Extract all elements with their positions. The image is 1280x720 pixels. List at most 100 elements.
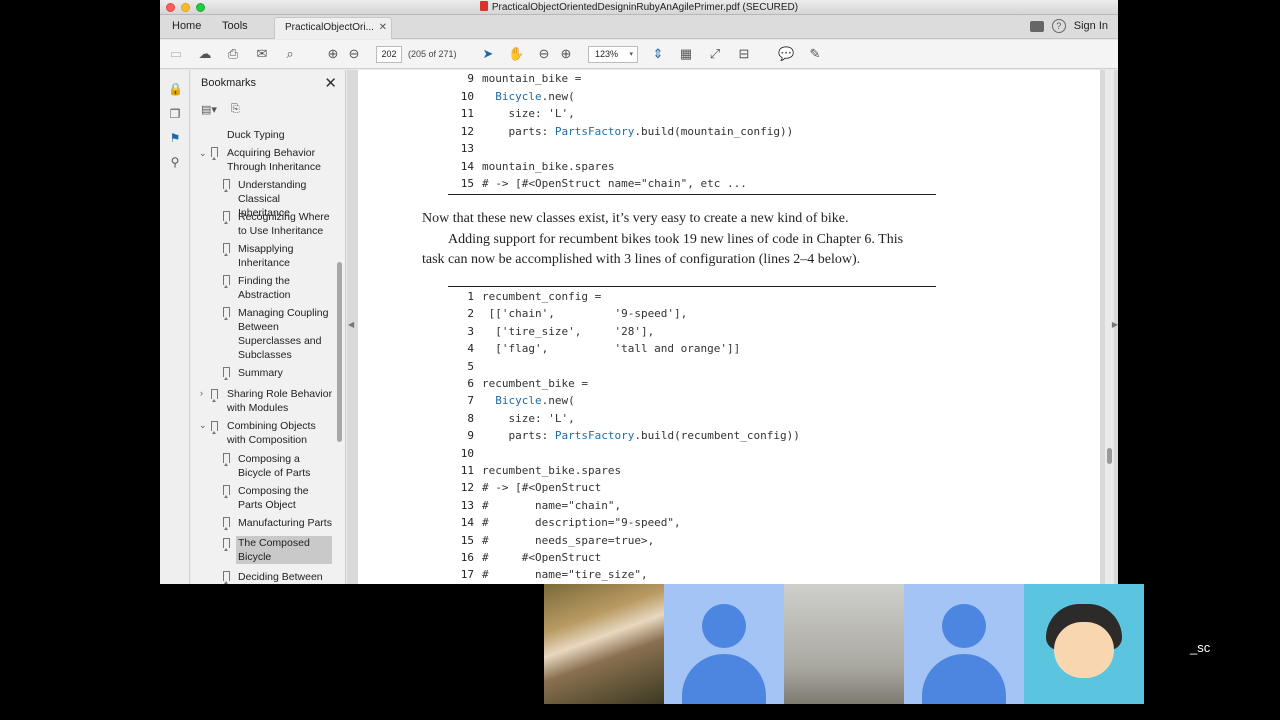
options-menu-icon[interactable]: ▤▾ (201, 103, 217, 116)
previous-page-icon[interactable]: ⊕ (325, 46, 341, 62)
next-page-icon[interactable]: ⊖ (346, 46, 362, 62)
comment-tool-icon[interactable]: 💬 (778, 46, 794, 62)
bookmark-icon (211, 147, 218, 160)
code-line: recumbent_bike = (482, 377, 588, 390)
window-title: PracticalObjectOrientedDesigninRubyAnAgi… (491, 2, 799, 13)
collapse-left-icon[interactable]: ◀ (348, 320, 354, 329)
bookmark-item[interactable]: Acquiring Behavior Through Inheritance (227, 146, 327, 174)
close-tab-icon[interactable]: ✕ (379, 22, 387, 33)
participant-video-family-photo[interactable] (544, 584, 664, 704)
read-mode-icon[interactable]: ⊟ (736, 46, 752, 62)
paragraph-line: Now that these new classes exist, it’s v… (422, 211, 849, 226)
code-line: ['tire_size', '28'], (482, 324, 655, 338)
chevron-right-icon[interactable]: › (200, 388, 203, 398)
comment-icon[interactable] (1029, 20, 1044, 32)
code-line: # -> [#<OpenStruct name="chain", etc ... (482, 177, 747, 190)
chevron-down-icon[interactable]: ⌄ (199, 148, 207, 159)
bookmark-icon (223, 485, 230, 498)
bookmark-item[interactable]: Managing Coupling Between Superclasses a… (238, 306, 330, 362)
participant-avatar-tile[interactable] (904, 584, 1024, 704)
bookmark-item[interactable]: Manufacturing Parts (238, 516, 334, 530)
code-line: # description="9-speed", (482, 516, 681, 530)
expand-right-icon[interactable]: ▶ (1112, 320, 1118, 329)
code-line: # #<OpenStruct (482, 551, 602, 564)
bookmark-item[interactable]: Finding the Abstraction (238, 274, 318, 302)
person-icon (702, 604, 746, 648)
bookmark-item[interactable]: Misapplying Inheritance (238, 242, 318, 270)
page-number-input[interactable]: 202 (376, 46, 402, 63)
bookmark-item[interactable]: Combining Objects with Composition (227, 419, 327, 447)
bookmark-item[interactable]: Summary (238, 366, 334, 380)
email-icon[interactable]: ✉ (254, 46, 270, 62)
attachment-icon[interactable]: ⚲ (168, 155, 182, 169)
print-icon[interactable]: ⎙ (225, 46, 241, 62)
bookmark-label: Manufacturing Parts (238, 517, 332, 529)
code-line-number: 14 (460, 159, 474, 173)
divider (448, 286, 936, 287)
bookmarks-title: Bookmarks (201, 77, 257, 89)
hand-tool-icon[interactable]: ✋ (508, 46, 524, 62)
document-tab[interactable]: PracticalObjectOri... ✕ (274, 17, 392, 39)
pdf-file-icon (479, 1, 488, 11)
participant-avatar-tile[interactable] (664, 584, 784, 704)
close-icon[interactable]: ✕ (324, 74, 337, 92)
title-bar: PracticalObjectOrientedDesigninRubyAnAgi… (160, 0, 1118, 15)
code-line: ['flag', 'tall and orange']] (482, 342, 741, 356)
chevron-down-icon[interactable]: ⌄ (199, 420, 207, 431)
upload-icon[interactable]: ☁ (197, 46, 213, 62)
pdf-reader-window: PracticalObjectOrientedDesigninRubyAnAgi… (160, 0, 1118, 584)
bookmark-icon (211, 421, 218, 434)
select-pointer-icon[interactable]: ➤ (480, 46, 496, 62)
minimize-window-button[interactable] (181, 3, 190, 12)
code-line-number: 13 (460, 498, 474, 512)
bookmark-label: Misapplying Inheritance (238, 243, 294, 269)
document-viewport: ◀ 9 mountain_bike = 10 Bicycle.new(11 size… (347, 70, 1118, 584)
code-line-number: 15 (460, 177, 474, 190)
add-bookmark-icon[interactable]: ⎘ (231, 103, 240, 116)
bookmark-label: Combining Objects with Composition (227, 420, 316, 446)
bookmark-item[interactable]: Sharing Role Behavior with Modules (227, 387, 333, 415)
participant-video-room[interactable] (784, 584, 904, 704)
home-tab[interactable]: Home (172, 20, 201, 32)
bookmarks-scrollbar[interactable] (337, 262, 342, 442)
bookmark-icon[interactable]: ⚑ (168, 131, 182, 145)
code-line-number: 2 (467, 307, 474, 321)
code-line-number: 5 (467, 359, 474, 373)
code-line: # name="chain", (482, 498, 622, 512)
bookmark-item-selected[interactable]: The Composed Bicycle (236, 536, 332, 564)
save-icon[interactable]: ▭ (168, 46, 184, 62)
zoom-in-icon[interactable]: ⊕ (558, 46, 574, 62)
code-line: recumbent_bike.spares (482, 464, 622, 477)
scrollbar-thumb[interactable] (1107, 448, 1112, 464)
tools-tab[interactable]: Tools (222, 20, 248, 32)
participant-cartoon-avatar[interactable] (1024, 584, 1144, 704)
lock-icon[interactable]: 🔒 (168, 82, 183, 96)
zoom-out-icon[interactable]: ⊖ (536, 46, 552, 62)
toolbar: ▭ ☁ ⎙ ✉ ⌕ ⊕ ⊖ 202 (205 of 271) ➤ ✋ ⊖ ⊕ 1… (160, 40, 1118, 69)
help-icon[interactable]: ? (1051, 19, 1066, 33)
fit-page-icon[interactable]: ⇕ (650, 46, 666, 62)
page-thumbnails-icon[interactable]: ❐ (168, 107, 182, 121)
bookmark-label: The Composed Bicycle (238, 537, 310, 563)
code-line: size: 'L', (482, 107, 575, 120)
bookmark-label: Sharing Role Behavior with Modules (227, 388, 333, 414)
bookmark-item[interactable]: Composing the Parts Object (238, 484, 318, 512)
bookmark-item[interactable]: Duck Typing (227, 128, 327, 142)
bookmark-icon (223, 307, 230, 320)
code-line-number: 11 (460, 107, 474, 120)
close-window-button[interactable] (166, 3, 175, 12)
cartoon-face (1054, 622, 1114, 678)
zoom-select[interactable]: 123% ▾ (588, 46, 638, 63)
search-icon[interactable]: ⌕ (282, 46, 298, 62)
bookmark-item[interactable]: Recognizing Where to Use Inheritance (238, 210, 334, 238)
maximize-window-button[interactable] (196, 3, 205, 12)
code-line-number: 13 (460, 142, 474, 155)
code-line: Bicycle.new( (495, 394, 575, 408)
bookmark-label: Composing the Parts Object (238, 485, 309, 511)
bookmark-item[interactable]: Composing a Bicycle of Parts (238, 452, 336, 480)
bookmark-item[interactable]: Deciding Between (238, 570, 334, 584)
sign-in-link[interactable]: Sign In (1074, 20, 1108, 32)
fullscreen-icon[interactable]: ⤢ (707, 46, 723, 62)
scrolling-mode-icon[interactable]: ▦ (678, 46, 694, 62)
draw-pen-icon[interactable]: ✎ (807, 46, 823, 62)
